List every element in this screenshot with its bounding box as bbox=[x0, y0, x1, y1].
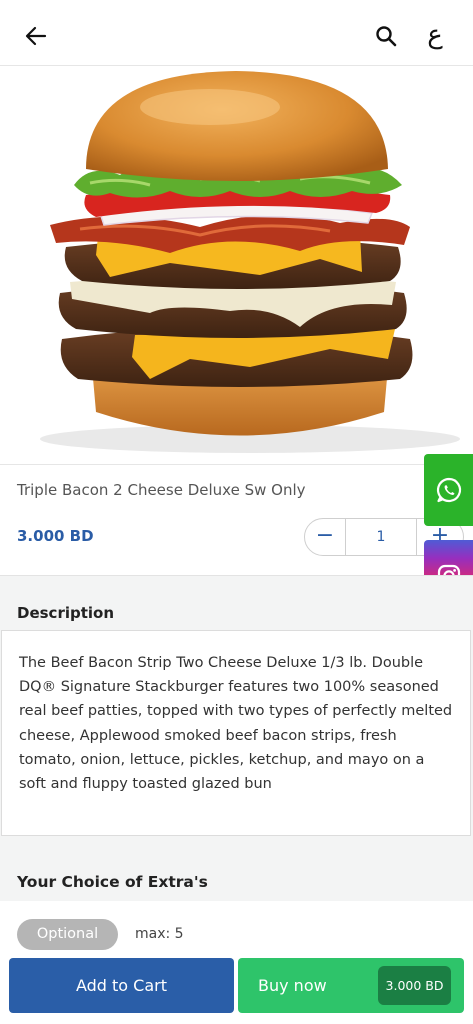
quantity-value[interactable]: 1 bbox=[345, 519, 417, 555]
product-name: Triple Bacon 2 Cheese Deluxe Sw Only bbox=[17, 481, 306, 499]
buy-now-price: 3.000 BD bbox=[378, 966, 451, 1005]
description-title: Description bbox=[17, 604, 115, 622]
extras-title: Your Choice of Extra's bbox=[17, 873, 208, 891]
buy-now-label: Buy now bbox=[258, 976, 327, 995]
search-button[interactable] bbox=[372, 22, 400, 50]
product-image bbox=[0, 67, 473, 465]
buy-now-button[interactable]: Buy now 3.000 BD bbox=[238, 958, 464, 1013]
description-text: The Beef Bacon Strip Two Cheese Deluxe 1… bbox=[1, 630, 471, 836]
search-icon bbox=[376, 26, 397, 47]
language-toggle-button[interactable]: ع bbox=[420, 18, 450, 52]
add-to-cart-button[interactable]: Add to Cart bbox=[9, 958, 234, 1013]
decrease-quantity-button[interactable]: − bbox=[305, 519, 345, 555]
whatsapp-icon bbox=[436, 477, 461, 503]
description-section: Description The Beef Bacon Strip Two Che… bbox=[0, 575, 473, 901]
product-info-section: Triple Bacon 2 Cheese Deluxe Sw Only 3.0… bbox=[0, 466, 473, 574]
max-selection-label: max: 5 bbox=[135, 926, 184, 942]
top-app-bar: ع bbox=[0, 0, 473, 66]
bottom-action-bar: Add to Cart Buy now 3.000 BD bbox=[0, 956, 473, 1024]
back-button[interactable] bbox=[22, 22, 50, 50]
product-price: 3.000 BD bbox=[17, 527, 94, 545]
whatsapp-button[interactable] bbox=[424, 454, 473, 526]
optional-badge: Optional bbox=[17, 919, 118, 950]
extras-section: Optional max: 5 bbox=[0, 901, 473, 956]
arrow-left-icon bbox=[25, 26, 47, 46]
